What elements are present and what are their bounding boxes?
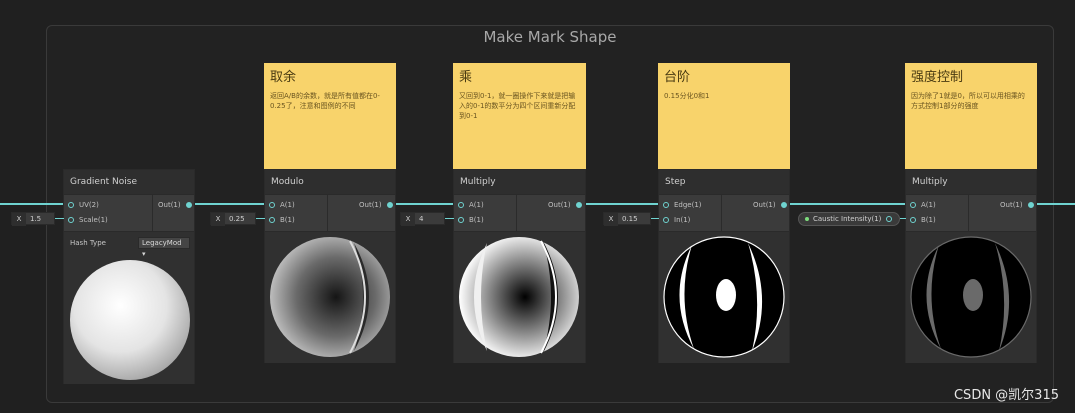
port-scale[interactable]: Scale(1) xyxy=(68,215,108,225)
gradient-noise-node[interactable]: Gradient Noise UV(2) Scale(1) Out(1) Has… xyxy=(63,169,195,384)
sticky-body: 又回到0-1，就一圈操作下来就是把输入的0-1的数平分为四个区间重新分配到0-1 xyxy=(459,92,576,120)
step-node[interactable]: Step Edge(1) In(1) Out(1) xyxy=(658,169,790,363)
port-dot-icon xyxy=(458,217,464,223)
noise-preview-sphere xyxy=(70,260,190,380)
port-dot-icon xyxy=(780,202,787,208)
hash-type-label: Hash Type xyxy=(70,239,106,247)
port-out[interactable]: Out(1) xyxy=(753,200,787,210)
caustic-intensity-property[interactable]: Caustic Intensity(1) xyxy=(798,212,900,226)
wire-property-b xyxy=(900,218,906,219)
port-a[interactable]: A(1) xyxy=(269,200,295,210)
noise-settings: Hash Type LegacyMod ▾ xyxy=(64,231,194,384)
port-a[interactable]: A(1) xyxy=(458,200,484,210)
modulo-b-input[interactable]: X 0.25 xyxy=(210,212,256,226)
node-ports: A(1) B(1) Out(1) xyxy=(906,194,1036,231)
step-preview xyxy=(659,231,789,363)
wire-step-edge xyxy=(651,218,659,219)
wire-multiply-step xyxy=(580,203,658,205)
step-edge-input[interactable]: X 0.15 xyxy=(603,212,651,226)
modulo-preview xyxy=(265,231,395,363)
port-dot-icon xyxy=(458,202,464,208)
port-dot-icon xyxy=(663,202,669,208)
sticky-title: 台阶 xyxy=(664,70,691,85)
wire-in-left xyxy=(0,203,64,205)
port-b[interactable]: B(1) xyxy=(910,215,936,225)
wire-modulo-multiply xyxy=(390,203,453,205)
port-b[interactable]: B(1) xyxy=(458,215,484,225)
port-uv[interactable]: UV(2) xyxy=(68,200,99,210)
multiply-intensity-node[interactable]: Multiply A(1) B(1) Out(1) xyxy=(905,169,1037,363)
node-ports: A(1) B(1) Out(1) xyxy=(265,194,395,231)
wire-scale xyxy=(55,218,64,219)
node-ports: UV(2) Scale(1) Out(1) xyxy=(64,194,194,231)
sticky-title: 强度控制 xyxy=(911,70,964,85)
wire-multiply-b xyxy=(445,218,454,219)
node-title: Multiply xyxy=(454,170,585,194)
port-dot-icon xyxy=(269,202,275,208)
node-title: Step xyxy=(659,170,789,194)
port-b[interactable]: B(1) xyxy=(269,215,295,225)
sticky-note-intensity[interactable]: 强度控制 因为除了1就是0，所以可以用相乘的方式控制1部分的强度 xyxy=(905,63,1037,170)
port-dot-icon xyxy=(663,217,669,223)
wire-step-multiply xyxy=(785,203,905,205)
group-title: Make Mark Shape xyxy=(483,28,617,46)
port-edge[interactable]: Edge(1) xyxy=(663,200,702,210)
wire-out-right xyxy=(1032,203,1075,205)
port-out[interactable]: Out(1) xyxy=(158,200,192,210)
sticky-body: 0.15分化0和1 xyxy=(664,92,710,100)
sticky-note-multiply[interactable]: 乘 又回到0-1，就一圈操作下来就是把输入的0-1的数平分为四个区间重新分配到0… xyxy=(453,63,586,170)
wire-modulo-b xyxy=(256,218,265,219)
node-ports: A(1) B(1) Out(1) xyxy=(454,194,585,231)
sticky-body: 返回A/B的余数，就是所有值都在0-0.25了，注意和图例的不同 xyxy=(270,92,380,110)
wire-noise-modulo xyxy=(190,203,264,205)
multiply-b-input[interactable]: X4 xyxy=(400,212,445,226)
port-dot-icon xyxy=(575,202,582,208)
sticky-title: 取余 xyxy=(270,70,297,85)
port-dot-icon xyxy=(68,202,74,208)
hash-type-select[interactable]: LegacyMod ▾ xyxy=(138,237,190,258)
node-title: Multiply xyxy=(906,170,1036,194)
port-dot-icon xyxy=(269,217,275,223)
node-ports: Edge(1) In(1) Out(1) xyxy=(659,194,789,231)
port-out[interactable]: Out(1) xyxy=(1000,200,1034,210)
sticky-note-step[interactable]: 台阶 0.15分化0和1 xyxy=(658,63,790,170)
node-title: Modulo xyxy=(265,170,395,194)
sticky-title: 乘 xyxy=(459,70,473,85)
property-indicator-icon xyxy=(805,217,809,221)
port-dot-icon xyxy=(185,202,192,208)
intensity-preview xyxy=(906,231,1036,363)
port-dot-icon xyxy=(886,216,893,222)
port-dot-icon xyxy=(910,217,916,223)
modulo-node[interactable]: Modulo A(1) B(1) Out(1) xyxy=(264,169,396,363)
port-out[interactable]: Out(1) xyxy=(359,200,393,210)
sticky-body: 因为除了1就是0，所以可以用相乘的方式控制1部分的强度 xyxy=(911,92,1025,110)
port-out[interactable]: Out(1) xyxy=(548,200,582,210)
port-dot-icon xyxy=(1027,202,1034,208)
dropdown-arrow-icon: ▾ xyxy=(142,250,146,258)
node-title: Gradient Noise xyxy=(64,170,194,194)
port-a[interactable]: A(1) xyxy=(910,200,936,210)
multiply-node[interactable]: Multiply A(1) B(1) Out(1) xyxy=(453,169,586,363)
scale-input[interactable]: X 1.5 xyxy=(11,212,55,226)
port-dot-icon xyxy=(68,217,74,223)
port-dot-icon xyxy=(910,202,916,208)
sticky-note-modulo[interactable]: 取余 返回A/B的余数，就是所有值都在0-0.25了，注意和图例的不同 xyxy=(264,63,396,170)
port-dot-icon xyxy=(386,202,393,208)
port-in[interactable]: In(1) xyxy=(663,215,690,225)
multiply-preview xyxy=(454,231,585,363)
watermark: CSDN @凯尔315 xyxy=(953,388,1059,403)
